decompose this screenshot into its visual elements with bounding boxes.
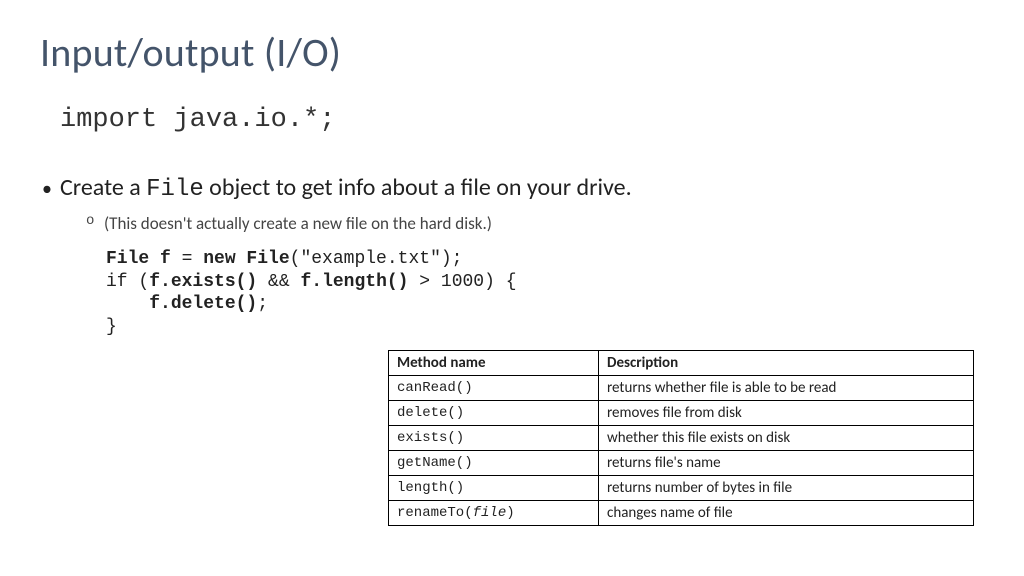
method-cell: delete() (389, 401, 599, 426)
method-cell: length() (389, 476, 599, 501)
method-cell: canRead() (389, 376, 599, 401)
table-row: canRead() returns whether file is able t… (389, 376, 974, 401)
code-token: File f (106, 249, 171, 269)
method-param: file (473, 505, 507, 521)
code-token: = (171, 249, 203, 269)
table-header-row: Method name Description (389, 351, 974, 376)
sub-bullet: o (This doesn't actually create a new fi… (86, 213, 984, 234)
bullet-code-word: File (146, 176, 204, 203)
code-token: ("example.txt"); (290, 249, 463, 269)
method-cell: getName() (389, 451, 599, 476)
bullet-text: Create a File object to get info about a… (60, 173, 984, 203)
code-token: } (106, 317, 117, 337)
bullet-main: • Create a File object to get info about… (42, 173, 984, 203)
table-row: exists() whether this file exists on dis… (389, 426, 974, 451)
bullet-text-post: object to get info about a file on your … (204, 173, 632, 202)
code-token: && (257, 272, 300, 292)
slide: Input/output (I/O) import java.io.*; • C… (0, 0, 1024, 576)
sub-bullet-text: (This doesn't actually create a new file… (104, 213, 492, 234)
code-token: new File (203, 249, 289, 269)
code-token (106, 294, 149, 314)
table-header-method: Method name (389, 351, 599, 376)
sub-bullet-marker: o (86, 213, 104, 234)
table-row: length() returns number of bytes in file (389, 476, 974, 501)
method-cell: renameTo(file) (389, 501, 599, 526)
method-cell: exists() (389, 426, 599, 451)
code-token: ; (257, 294, 268, 314)
table-row: delete() removes file from disk (389, 401, 974, 426)
code-token: f.length() (300, 272, 408, 292)
code-example: File f = new File("example.txt"); if (f.… (106, 248, 984, 338)
code-token: if ( (106, 272, 149, 292)
table-header-desc: Description (599, 351, 974, 376)
page-title: Input/output (I/O) (40, 28, 984, 77)
code-token: f.exists() (149, 272, 257, 292)
desc-cell: returns number of bytes in file (599, 476, 974, 501)
bullet-text-pre: Create a (60, 173, 146, 202)
desc-cell: changes name of file (599, 501, 974, 526)
code-token: f.delete() (149, 294, 257, 314)
methods-table: Method name Description canRead() return… (388, 350, 974, 526)
code-token: > 1000) { (409, 272, 517, 292)
method-text: renameTo( (397, 505, 473, 521)
desc-cell: returns file's name (599, 451, 974, 476)
bullet-dot-icon: • (42, 177, 60, 201)
import-statement: import java.io.*; (60, 105, 984, 135)
method-text: ) (506, 505, 514, 521)
table-row: renameTo(file) changes name of file (389, 501, 974, 526)
desc-cell: returns whether file is able to be read (599, 376, 974, 401)
table-row: getName() returns file's name (389, 451, 974, 476)
desc-cell: whether this file exists on disk (599, 426, 974, 451)
table: Method name Description canRead() return… (388, 350, 974, 526)
desc-cell: removes file from disk (599, 401, 974, 426)
